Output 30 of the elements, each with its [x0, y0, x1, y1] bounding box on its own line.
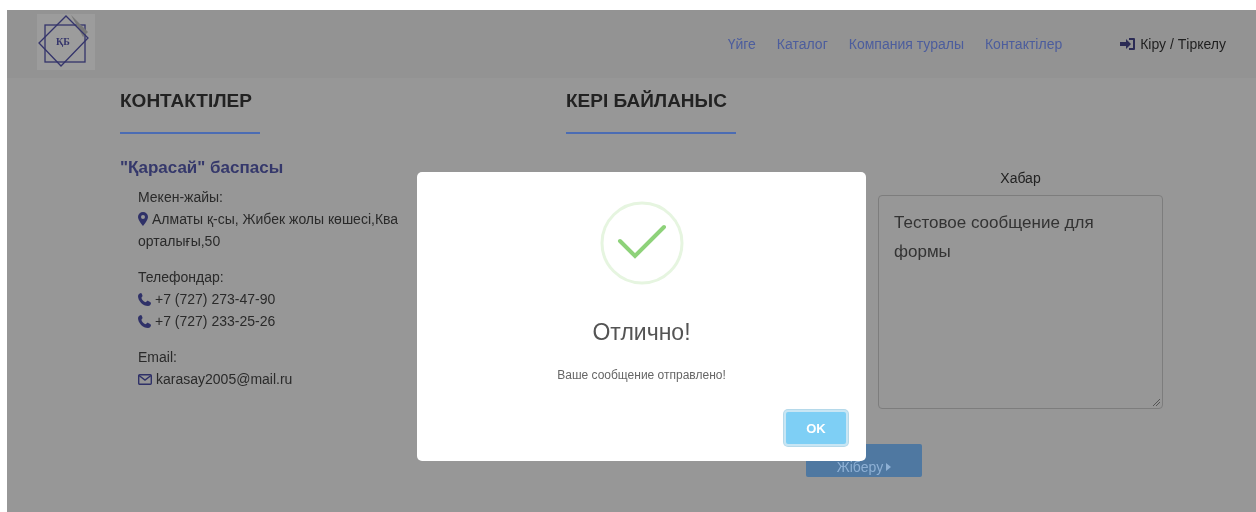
- envelope-icon: [138, 373, 152, 385]
- ok-button[interactable]: OK: [784, 410, 848, 446]
- phone-icon: [138, 292, 151, 306]
- modal-message: Ваше сообщение отправлено!: [557, 368, 726, 382]
- phone-number: +7 (727) 233-25-26: [155, 312, 276, 331]
- sign-in-icon: [1120, 37, 1137, 51]
- nav-link[interactable]: Каталог: [776, 36, 828, 52]
- email-address: karasay2005@mail.ru: [156, 370, 293, 389]
- field-label: Хабар: [999, 170, 1042, 186]
- nav-link[interactable]: Үйге: [727, 36, 756, 52]
- field-label: Телефондар:: [138, 268, 225, 287]
- map-pin-icon: [138, 212, 148, 226]
- address-text: Алматы қ-сы, Жибек жолы көшесі,Ква: [152, 210, 399, 229]
- caret-icon: [886, 462, 892, 471]
- login-link[interactable]: Кіру / Тіркелу: [1120, 36, 1226, 52]
- section-heading: КОНТАКТІЛЕР: [120, 89, 253, 113]
- address-text: орталығы,50: [138, 232, 221, 251]
- phone-icon: [138, 314, 151, 328]
- phone-number: +7 (727) 273-47-90: [155, 290, 276, 309]
- company-name: "Қарасай" баспасы: [120, 158, 285, 178]
- modal-title: Отлично!: [592, 319, 691, 346]
- message-field[interactable]: Тестовое сообщение для формы: [878, 195, 1163, 409]
- nav-link[interactable]: Компания туралы: [848, 36, 964, 52]
- field-label: Email:: [138, 348, 178, 367]
- field-label: Мекен-жайы:: [138, 188, 224, 207]
- success-check-icon: [599, 201, 684, 285]
- logo[interactable]: ҚБ: [37, 14, 95, 70]
- resize-grip-icon[interactable]: [1152, 398, 1160, 406]
- nav-link[interactable]: Контактілер: [984, 36, 1063, 52]
- section-heading: КЕРІ БАЙЛАНЫС: [566, 89, 728, 113]
